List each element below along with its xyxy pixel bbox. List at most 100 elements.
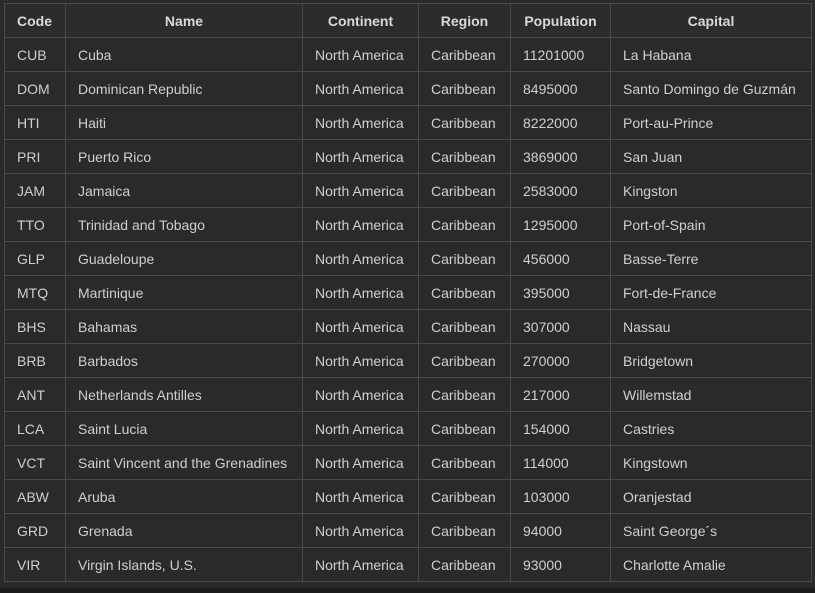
cell-region: Caribbean xyxy=(418,343,511,378)
table-row[interactable]: ANT Netherlands Antilles North America Cari… xyxy=(4,377,812,412)
cell-continent: North America xyxy=(302,547,419,582)
column-header-continent[interactable]: Continent xyxy=(302,3,419,38)
cell-continent: North America xyxy=(302,309,419,344)
cell-name: Haiti xyxy=(65,105,303,140)
cell-code: BHS xyxy=(4,309,66,344)
cell-continent: North America xyxy=(302,241,419,276)
cell-capital: Santo Domingo de Guzmán xyxy=(610,71,812,106)
cell-continent: North America xyxy=(302,173,419,208)
column-header-capital[interactable]: Capital xyxy=(610,3,812,38)
cell-name: Netherlands Antilles xyxy=(65,377,303,412)
cell-region: Caribbean xyxy=(418,547,511,582)
cell-region: Caribbean xyxy=(418,241,511,276)
table-row[interactable]: VIR Virgin Islands, U.S. North America Cari… xyxy=(4,547,812,582)
cell-population: 11201000 xyxy=(510,37,611,72)
cell-region: Caribbean xyxy=(418,71,511,106)
results-viewport[interactable]: Code Name Continent Region Population Ca… xyxy=(0,0,815,593)
cell-continent: North America xyxy=(302,37,419,72)
cell-continent: North America xyxy=(302,275,419,310)
cell-name: Virgin Islands, U.S. xyxy=(65,547,303,582)
cell-region: Caribbean xyxy=(418,37,511,72)
cell-population: 93000 xyxy=(510,547,611,582)
cell-code: ABW xyxy=(4,479,66,514)
cell-population: 307000 xyxy=(510,309,611,344)
table-row[interactable]: JAM Jamaica North America Caribbean 2583000 K… xyxy=(4,173,812,208)
cell-population: 154000 xyxy=(510,411,611,446)
table-row[interactable]: LCA Saint Lucia North America Caribbean 1540… xyxy=(4,411,812,446)
cell-region: Caribbean xyxy=(418,139,511,174)
cell-capital: Bridgetown xyxy=(610,343,812,378)
cell-population: 8222000 xyxy=(510,105,611,140)
column-header-region[interactable]: Region xyxy=(418,3,511,38)
horizontal-scrollbar[interactable] xyxy=(0,588,815,593)
cell-name: Jamaica xyxy=(65,173,303,208)
cell-continent: North America xyxy=(302,445,419,480)
cell-region: Caribbean xyxy=(418,377,511,412)
cell-region: Caribbean xyxy=(418,275,511,310)
cell-capital: Saint George´s xyxy=(610,513,812,548)
table-row[interactable]: DOM Dominican Republic North America Caribb… xyxy=(4,71,812,106)
cell-name: Martinique xyxy=(65,275,303,310)
table-row[interactable]: ABW Aruba North America Caribbean 103000 Oran… xyxy=(4,479,812,514)
cell-population: 114000 xyxy=(510,445,611,480)
cell-code: MTQ xyxy=(4,275,66,310)
cell-name: Saint Vincent and the Grenadines xyxy=(65,445,303,480)
table-row[interactable]: TTO Trinidad and Tobago North America Carib… xyxy=(4,207,812,242)
cell-region: Caribbean xyxy=(418,173,511,208)
cell-region: Caribbean xyxy=(418,309,511,344)
column-header-name[interactable]: Name xyxy=(65,3,303,38)
cell-region: Caribbean xyxy=(418,411,511,446)
cell-code: VIR xyxy=(4,547,66,582)
cell-population: 217000 xyxy=(510,377,611,412)
cell-population: 3869000 xyxy=(510,139,611,174)
cell-name: Trinidad and Tobago xyxy=(65,207,303,242)
cell-capital: Nassau xyxy=(610,309,812,344)
cell-name: Puerto Rico xyxy=(65,139,303,174)
cell-population: 8495000 xyxy=(510,71,611,106)
cell-code: TTO xyxy=(4,207,66,242)
cell-capital: Fort-de-France xyxy=(610,275,812,310)
cell-name: Guadeloupe xyxy=(65,241,303,276)
table-row[interactable]: GLP Guadeloupe North America Caribbean 45600… xyxy=(4,241,812,276)
cell-capital: Castries xyxy=(610,411,812,446)
cell-capital: Oranjestad xyxy=(610,479,812,514)
cell-continent: North America xyxy=(302,105,419,140)
cell-capital: Port-of-Spain xyxy=(610,207,812,242)
cell-capital: Charlotte Amalie xyxy=(610,547,812,582)
cell-population: 456000 xyxy=(510,241,611,276)
cell-capital: Port-au-Prince xyxy=(610,105,812,140)
cell-name: Grenada xyxy=(65,513,303,548)
cell-population: 1295000 xyxy=(510,207,611,242)
cell-continent: North America xyxy=(302,411,419,446)
cell-name: Barbados xyxy=(65,343,303,378)
cell-code: DOM xyxy=(4,71,66,106)
column-header-code[interactable]: Code xyxy=(4,3,66,38)
cell-capital: Basse-Terre xyxy=(610,241,812,276)
cell-code: JAM xyxy=(4,173,66,208)
cell-code: LCA xyxy=(4,411,66,446)
cell-region: Caribbean xyxy=(418,445,511,480)
column-header-population[interactable]: Population xyxy=(510,3,611,38)
table-row[interactable]: BRB Barbados North America Caribbean 270000 B… xyxy=(4,343,812,378)
table-row[interactable]: HTI Haiti North America Caribbean 8222000 Por… xyxy=(4,105,812,140)
cell-capital: Willemstad xyxy=(610,377,812,412)
table-header-row: Code Name Continent Region Population Ca… xyxy=(4,3,812,38)
cell-population: 2583000 xyxy=(510,173,611,208)
cell-region: Caribbean xyxy=(418,513,511,548)
cell-name: Saint Lucia xyxy=(65,411,303,446)
table-row[interactable]: BHS Bahamas North America Caribbean 307000 Na… xyxy=(4,309,812,344)
cell-population: 270000 xyxy=(510,343,611,378)
table-row[interactable]: MTQ Martinique North America Caribbean 39500… xyxy=(4,275,812,310)
cell-continent: North America xyxy=(302,377,419,412)
cell-code: CUB xyxy=(4,37,66,72)
table-row[interactable]: CUB Cuba North America Caribbean 11201000 La … xyxy=(4,37,812,72)
cell-continent: North America xyxy=(302,343,419,378)
table-row[interactable]: PRI Puerto Rico North America Caribbean 3869… xyxy=(4,139,812,174)
cell-code: BRB xyxy=(4,343,66,378)
table-row[interactable]: VCT Saint Vincent and the Grenadines North… xyxy=(4,445,812,480)
cell-continent: North America xyxy=(302,513,419,548)
cell-code: PRI xyxy=(4,139,66,174)
cell-name: Cuba xyxy=(65,37,303,72)
cell-code: HTI xyxy=(4,105,66,140)
table-row[interactable]: GRD Grenada North America Caribbean 94000 Sai… xyxy=(4,513,812,548)
